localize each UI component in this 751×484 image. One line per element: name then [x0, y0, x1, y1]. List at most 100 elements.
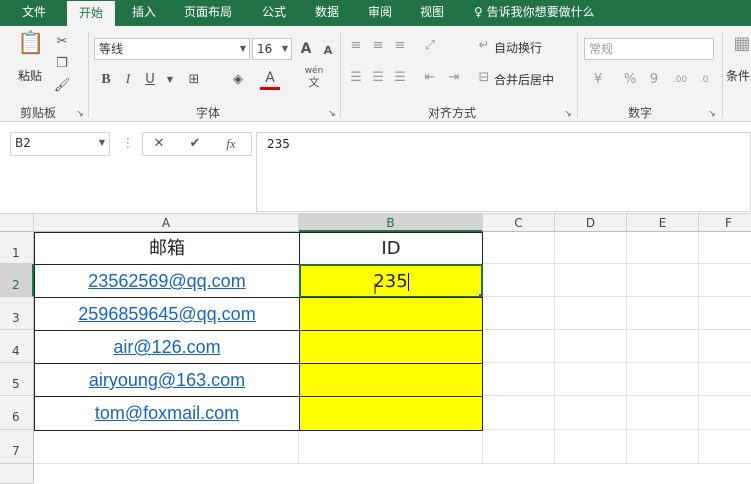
cell-e4[interactable] [627, 330, 699, 363]
currency-icon[interactable]: ¥ [588, 70, 608, 90]
increase-indent-icon[interactable]: ⇥ [444, 68, 464, 88]
font-size-select[interactable]: 16 ▼ [252, 38, 292, 60]
comma-button[interactable]: 9 [644, 70, 664, 90]
cell-c3[interactable] [483, 297, 555, 330]
tab-formulas[interactable]: 公式 [250, 0, 298, 26]
row-header-1[interactable]: 1 [0, 232, 34, 264]
cell-b4[interactable] [299, 330, 483, 364]
column-header-a[interactable]: A [34, 214, 299, 232]
cell-d2[interactable] [555, 264, 627, 297]
fill-color-icon[interactable]: ◈ [228, 70, 248, 90]
dialog-launcher-icon[interactable]: ↘ [326, 104, 338, 124]
cell-b7[interactable] [299, 430, 483, 464]
cell-f3[interactable] [699, 297, 751, 330]
email-link[interactable]: air@126.com [113, 337, 220, 357]
align-middle-icon[interactable]: ≡ [368, 36, 388, 56]
align-left-icon[interactable]: ☰ [346, 68, 366, 88]
cell-a5[interactable]: airyoung@163.com [34, 363, 300, 397]
cancel-icon[interactable]: ✕ [149, 134, 169, 154]
row-header-8[interactable] [0, 464, 34, 484]
bold-button[interactable]: B [96, 70, 116, 90]
wrap-text-button[interactable]: 自动换行 [494, 38, 542, 58]
cell-b2-active[interactable]: I 235 [299, 264, 483, 298]
cell-f6[interactable] [699, 396, 751, 430]
wrap-text-icon[interactable]: ↵ [474, 36, 494, 56]
row-header-5[interactable]: 5 [0, 363, 34, 396]
row-header-7[interactable]: 7 [0, 430, 34, 464]
row-header-4[interactable]: 4 [0, 330, 34, 363]
cell-c2[interactable] [483, 264, 555, 297]
enter-icon[interactable]: ✔ [185, 134, 205, 154]
column-header-f[interactable]: F [699, 214, 751, 232]
phonetic-guide-icon[interactable]: wén 文 [304, 66, 324, 90]
tab-data[interactable]: 数据 [303, 0, 351, 26]
cell-f4[interactable] [699, 330, 751, 363]
conditional-formatting-button[interactable]: 条件 [726, 66, 750, 86]
cell-b3[interactable] [299, 297, 483, 331]
decrease-indent-icon[interactable]: ⇤ [420, 68, 440, 88]
underline-button[interactable]: U [140, 70, 160, 90]
column-header-c[interactable]: C [483, 214, 555, 232]
cell-a7[interactable] [34, 430, 299, 464]
cell-a2[interactable]: 23562569@qq.com [34, 264, 300, 298]
email-link[interactable]: 23562569@qq.com [88, 271, 245, 291]
dialog-launcher-icon[interactable]: ↘ [562, 104, 574, 124]
cell-f5[interactable] [699, 363, 751, 396]
cell-a3[interactable]: 2596859645@qq.com [34, 297, 300, 331]
tab-home[interactable]: 开始 [67, 0, 116, 26]
cell-c5[interactable] [483, 363, 555, 396]
cell-d5[interactable] [555, 363, 627, 396]
row-header-6[interactable]: 6 [0, 396, 34, 430]
cell-f2[interactable] [699, 264, 751, 297]
column-header-e[interactable]: E [627, 214, 699, 232]
cell-a4[interactable]: air@126.com [34, 330, 300, 364]
cell-e2[interactable] [627, 264, 699, 297]
paste-button[interactable]: 粘贴 [18, 66, 42, 86]
cell-c7[interactable] [483, 430, 555, 464]
font-color-icon[interactable]: A [260, 68, 280, 90]
cell-f7[interactable] [699, 430, 751, 464]
tell-me-box[interactable]: ♀ 告诉我你想要做什么 [462, 0, 607, 26]
cell-d3[interactable] [555, 297, 627, 330]
number-format-select[interactable]: 常规 [584, 38, 714, 60]
row-header-2[interactable]: 2 [0, 264, 34, 297]
grow-font-icon[interactable]: A [296, 39, 316, 59]
conditional-formatting-icon[interactable]: ▦ [730, 34, 751, 64]
cell-d6[interactable] [555, 396, 627, 430]
copy-icon[interactable]: ❐ [52, 54, 72, 74]
cell-b6[interactable] [299, 396, 483, 431]
dialog-launcher-icon[interactable]: ↘ [706, 104, 718, 124]
paste-icon[interactable]: 📋 [16, 33, 46, 64]
cell-d4[interactable] [555, 330, 627, 363]
cell-d7[interactable] [555, 430, 627, 464]
orientation-icon[interactable]: ⤢ [420, 36, 440, 56]
name-box[interactable]: B2 ▼ [10, 132, 110, 156]
borders-icon[interactable]: ⊞ [184, 70, 204, 90]
email-link[interactable]: 2596859645@qq.com [78, 304, 255, 324]
align-center-icon[interactable]: ☰ [368, 68, 388, 88]
dialog-launcher-icon[interactable]: ↘ [74, 104, 86, 124]
row-header-3[interactable]: 3 [0, 297, 34, 330]
decrease-decimal-icon[interactable]: .0 [694, 70, 714, 90]
increase-decimal-icon[interactable]: .00 [670, 70, 690, 90]
email-link[interactable]: airyoung@163.com [89, 370, 245, 390]
cell-c4[interactable] [483, 330, 555, 363]
cell-d1[interactable] [555, 232, 627, 264]
tab-page-layout[interactable]: 页面布局 [172, 0, 244, 26]
cell-e3[interactable] [627, 297, 699, 330]
align-right-icon[interactable]: ☰ [390, 68, 410, 88]
shrink-font-icon[interactable]: A [318, 41, 338, 61]
font-name-select[interactable]: 等线 ▼ [94, 38, 250, 60]
column-header-d[interactable]: D [555, 214, 627, 232]
cell-c6[interactable] [483, 396, 555, 430]
cell-b5[interactable] [299, 363, 483, 397]
cell-f1[interactable] [699, 232, 751, 264]
cell-e6[interactable] [627, 396, 699, 430]
align-top-icon[interactable]: ≡ [346, 36, 366, 56]
cut-icon[interactable]: ✂ [52, 32, 72, 52]
cell-c1[interactable] [483, 232, 555, 264]
merge-center-icon[interactable]: ⊟ [474, 68, 494, 88]
cell-a1[interactable]: 邮箱 [34, 232, 300, 265]
tab-review[interactable]: 审阅 [356, 0, 404, 26]
formula-input[interactable]: 235 [256, 132, 751, 212]
